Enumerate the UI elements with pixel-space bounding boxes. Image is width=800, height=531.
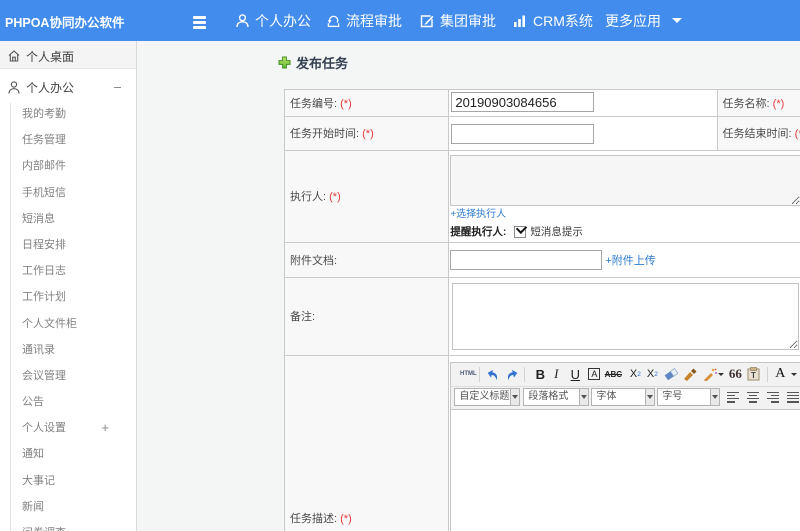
svg-text:T: T <box>751 371 756 380</box>
